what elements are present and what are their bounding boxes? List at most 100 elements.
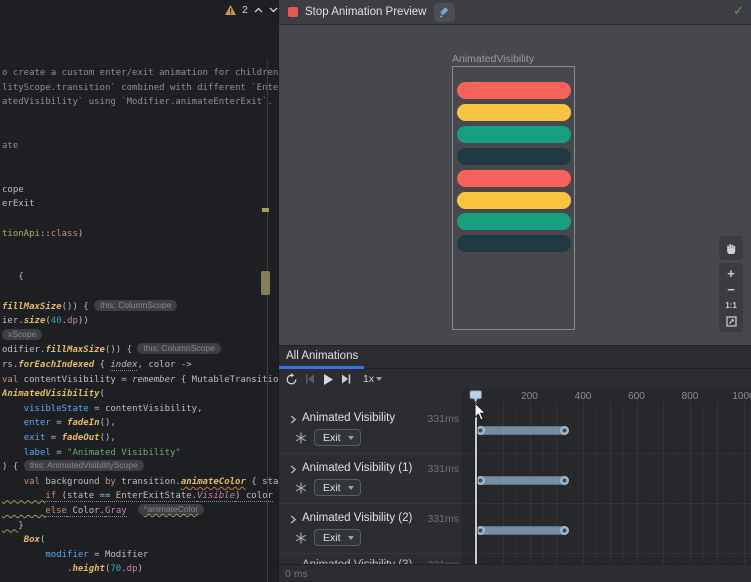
chevron-down-icon <box>348 536 354 540</box>
animation-track-bar[interactable] <box>476 476 569 485</box>
code-line <box>2 110 278 125</box>
warning-count: 2 <box>242 4 248 16</box>
editor-scrollbar-thumb[interactable] <box>261 271 270 295</box>
zoom-in-button[interactable]: + <box>727 266 735 281</box>
playhead-pin[interactable] <box>469 390 482 404</box>
ruler-tick-label: 1000 <box>732 391 751 402</box>
skip-to-start-button[interactable] <box>303 373 316 386</box>
zoom-to-fit-button[interactable] <box>726 314 737 329</box>
track-start-dot[interactable] <box>476 476 485 485</box>
row-separator <box>279 453 751 454</box>
track-start-dot[interactable] <box>476 426 485 435</box>
mouse-cursor <box>474 403 488 422</box>
state-dropdown-value: Exit <box>323 482 341 494</box>
code-line: tionApi::class) <box>2 227 278 242</box>
code-editor[interactable]: o create a custom enter/exit animation f… <box>0 0 278 582</box>
pan-tool-button[interactable] <box>719 236 743 260</box>
code-line: .height(70.dp) <box>2 562 278 577</box>
timeline-row-header[interactable]: Animated Visibility 331ms <box>279 409 462 429</box>
warning-icon <box>225 5 236 15</box>
playback-speed-dropdown[interactable]: 1x <box>363 373 382 385</box>
warning-stripe-mark[interactable] <box>262 208 269 212</box>
inlay-hint-chip: ^animateColor <box>138 504 205 515</box>
code-line: Box( <box>2 533 278 548</box>
build-success-check-icon: ✓ <box>733 3 744 19</box>
grid-line <box>596 403 597 564</box>
current-time-label: 0 ms <box>285 568 308 580</box>
timeline-row-controls: Exit <box>279 529 462 547</box>
freeze-snowflake-icon[interactable] <box>295 432 307 444</box>
code-line <box>2 168 278 183</box>
state-dropdown[interactable]: Exit <box>314 529 361 546</box>
inlay-hint-chip: this: ColumnScope <box>94 300 177 311</box>
grid-line <box>730 403 731 564</box>
next-warning-icon[interactable] <box>269 7 278 13</box>
timeline-row-header[interactable]: Animated Visibility (1) 331ms <box>279 459 462 479</box>
freeze-snowflake-icon[interactable] <box>295 532 307 544</box>
timeline-row-header[interactable]: Animated Visibility (2) 331ms <box>279 509 462 529</box>
code-line: val contentVisibility = remember { Mutab… <box>2 373 278 388</box>
composable-name-label: AnimatedVisibility <box>452 53 534 65</box>
prev-warning-icon[interactable] <box>254 7 263 13</box>
inspection-widget[interactable]: 2 <box>225 4 278 16</box>
chevron-right-icon[interactable] <box>290 515 297 524</box>
code-line <box>2 124 278 139</box>
animation-row-title: Animated Visibility (2) <box>302 512 412 524</box>
editor-scrollbar-track[interactable] <box>267 60 268 582</box>
grid-line <box>583 403 584 564</box>
code-line: xScope <box>2 329 278 344</box>
zoom-fit-icon <box>726 316 737 327</box>
play-button[interactable] <box>321 373 334 386</box>
speed-value: 1x <box>363 373 374 385</box>
skip-to-end-button[interactable] <box>339 373 352 386</box>
track-end-dot[interactable] <box>560 526 569 535</box>
animation-duration: 331ms <box>419 413 459 425</box>
code-line: visibleState = contentVisibility, <box>2 402 278 417</box>
tab-all-animations[interactable]: All Animations <box>286 350 358 362</box>
animation-track-bar[interactable] <box>476 426 569 435</box>
state-dropdown[interactable]: Exit <box>314 479 361 496</box>
code-line <box>2 256 278 271</box>
skip-to-end-icon <box>340 373 352 385</box>
timeline-row-controls: Exit <box>279 479 462 497</box>
stop-animation-preview-label[interactable]: Stop Animation Preview <box>305 6 426 18</box>
ruler-tick-label: 600 <box>628 391 645 402</box>
code-line: { <box>2 270 278 285</box>
animation-preview-window: o create a custom enter/exit animation f… <box>0 0 751 582</box>
skip-to-start-icon <box>304 373 316 385</box>
animation-track-bar[interactable] <box>476 526 569 535</box>
freeze-snowflake-icon[interactable] <box>295 482 307 494</box>
grid-line <box>623 403 624 564</box>
track-end-dot[interactable] <box>560 476 569 485</box>
animation-row-title: Animated Visibility (1) <box>302 462 412 474</box>
playhead-line[interactable] <box>475 403 477 564</box>
state-dropdown[interactable]: Exit <box>314 429 361 446</box>
grid-line <box>717 403 718 564</box>
chevron-right-icon[interactable] <box>290 415 297 424</box>
device-preview-frame[interactable]: ♥ <box>452 66 575 330</box>
code-line: ier.size(40.dp)) <box>2 314 278 329</box>
grid-line <box>570 403 571 564</box>
code-line: if (state == EnterExitState.Visible) col… <box>2 489 278 504</box>
row-separator <box>279 553 751 554</box>
timeline-status-bar: 0 ms <box>279 564 751 582</box>
track-end-dot[interactable] <box>560 426 569 435</box>
preview-toolbar: Stop Animation Preview ✓ <box>279 0 751 25</box>
ruler-tick-label: 800 <box>682 391 699 402</box>
chevron-right-icon[interactable] <box>290 465 297 474</box>
code-line: label = "Animated Visibility" <box>2 446 278 461</box>
pick-animation-button[interactable] <box>434 3 455 22</box>
inlay-hint-chip: xScope <box>2 329 42 340</box>
chevron-down-icon <box>348 486 354 490</box>
code-line: ) { this: AnimatedVisibilityScope <box>2 460 278 475</box>
grid-line <box>677 403 678 564</box>
zoom-actual-size-button[interactable]: 1:1 <box>725 298 737 313</box>
state-dropdown-value: Exit <box>323 432 341 444</box>
zoom-out-button[interactable]: − <box>727 282 735 297</box>
code-line: exit = fadeOut(), <box>2 431 278 446</box>
replay-button[interactable] <box>285 373 298 386</box>
preview-bar <box>457 213 571 230</box>
code-line: ate <box>2 139 278 154</box>
stop-icon[interactable] <box>288 7 298 17</box>
track-start-dot[interactable] <box>476 526 485 535</box>
